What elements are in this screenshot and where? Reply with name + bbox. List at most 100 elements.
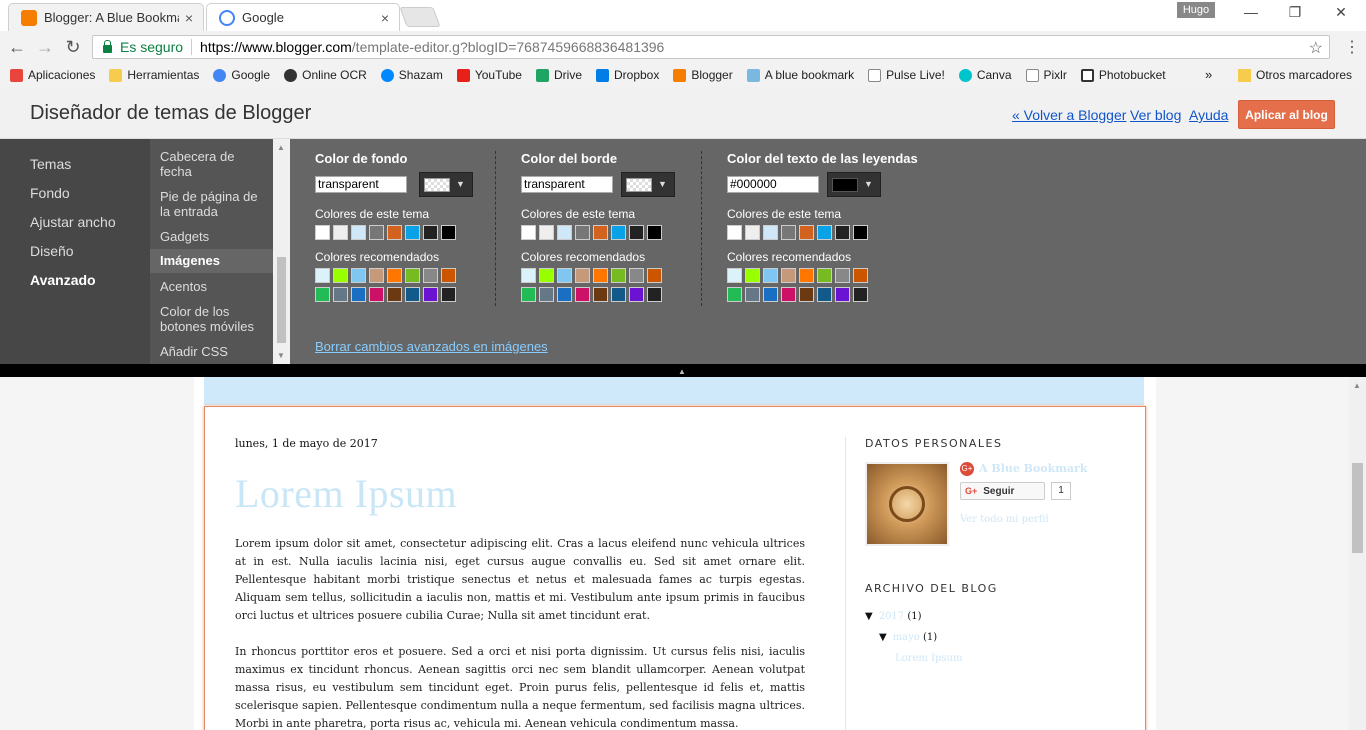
nav-temas[interactable]: Temas [30,156,71,172]
follow-button[interactable]: G+ Seguir [960,482,1045,500]
color-swatch[interactable] [647,225,662,240]
color-swatch[interactable] [315,225,330,240]
bookmark-online-ocr[interactable]: Online OCR [284,68,367,82]
collapse-icon[interactable]: ▲ [678,367,686,376]
subnav-acentos[interactable]: Acentos [160,279,265,294]
close-tab-icon[interactable]: × [185,10,193,26]
new-tab-button[interactable] [399,7,441,27]
scroll-thumb[interactable] [1352,463,1363,553]
archive-year[interactable]: ▼ 2017 (1) [865,611,1125,622]
color-swatch[interactable] [629,268,644,283]
restore-icon[interactable]: ❐ [1285,4,1305,21]
archive-month[interactable]: ▼ mayo (1) [865,632,1125,643]
color-swatch[interactable] [369,225,384,240]
color-swatch[interactable] [575,268,590,283]
subnav-gadgets[interactable]: Gadgets [160,229,265,244]
scroll-thumb[interactable] [277,257,286,343]
preview-scrollbar[interactable]: ▲ [1349,377,1366,730]
color-swatch[interactable] [539,268,554,283]
color-swatch[interactable] [647,268,662,283]
color-swatch[interactable] [333,287,348,302]
subnav-scrollbar[interactable]: ▲ ▼ [273,139,290,364]
bookmark-blue-bookmark[interactable]: A blue bookmark [746,68,854,82]
color-swatch[interactable] [799,225,814,240]
bookmark-youtube[interactable]: YouTube [456,68,522,82]
apply-to-blog-button[interactable]: Aplicar al blog [1238,100,1335,129]
view-blog-link[interactable]: Ver blog [1130,107,1181,123]
triangle-down-icon[interactable]: ▼ [879,632,887,643]
archive-post[interactable]: Lorem Ipsum [865,653,1125,664]
color-swatch[interactable] [853,268,868,283]
archive-post-link[interactable]: Lorem Ipsum [895,653,962,664]
nav-avanzado[interactable]: Avanzado [30,272,96,288]
more-bookmarks-icon[interactable]: » [1205,67,1212,82]
color-picker[interactable]: ▼ [419,172,473,197]
color-swatch[interactable] [351,225,366,240]
color-swatch[interactable] [369,268,384,283]
color-swatch[interactable] [557,287,572,302]
color-swatch[interactable] [405,287,420,302]
color-swatch[interactable] [351,287,366,302]
color-swatch[interactable] [647,287,662,302]
color-swatch[interactable] [629,225,644,240]
color-swatch[interactable] [557,225,572,240]
color-swatch[interactable] [557,268,572,283]
color-swatch[interactable] [781,225,796,240]
archive-year-link[interactable]: 2017 [879,611,904,622]
bookmark-drive[interactable]: Drive [535,68,582,82]
color-swatch[interactable] [817,268,832,283]
color-swatch[interactable] [521,225,536,240]
color-swatch[interactable] [611,268,626,283]
scroll-up-icon[interactable]: ▲ [277,143,285,152]
address-bar[interactable]: Es seguro https://www.blogger.com /templ… [92,35,1330,59]
color-swatch[interactable] [441,287,456,302]
bookmark-star-icon[interactable]: ☆ [1309,38,1323,58]
bookmark-photobucket[interactable]: Photobucket [1080,68,1166,82]
color-value-input[interactable]: transparent [315,176,407,193]
bookmark-blogger[interactable]: Blogger [673,68,733,82]
back-icon[interactable]: ← [6,37,28,58]
minimize-icon[interactable]: — [1241,4,1261,20]
color-swatch[interactable] [817,287,832,302]
tab-blogger[interactable]: Blogger: A Blue Bookmar × [8,3,204,31]
color-swatch[interactable] [539,287,554,302]
nav-ajustar-ancho[interactable]: Ajustar ancho [30,214,116,230]
color-swatch[interactable] [387,225,402,240]
color-swatch[interactable] [611,287,626,302]
color-swatch[interactable] [369,287,384,302]
color-swatch[interactable] [745,268,760,283]
color-swatch[interactable] [835,225,850,240]
color-swatch[interactable] [835,287,850,302]
color-swatch[interactable] [333,268,348,283]
color-swatch[interactable] [405,268,420,283]
reload-icon[interactable]: ↻ [62,37,84,58]
back-to-blogger-link[interactable]: « Volver a Blogger [1012,107,1126,123]
profile-name-link[interactable]: A Blue Bookmark [979,462,1087,475]
color-swatch[interactable] [387,268,402,283]
color-swatch[interactable] [405,225,420,240]
color-swatch[interactable] [333,225,348,240]
color-picker[interactable]: ▼ [621,172,675,197]
color-swatch[interactable] [727,268,742,283]
color-swatch[interactable] [593,225,608,240]
profile-photo[interactable] [865,462,949,546]
bookmark-google[interactable]: Google [213,68,270,82]
color-swatch[interactable] [745,287,760,302]
help-link[interactable]: Ayuda [1189,107,1228,123]
color-value-input[interactable]: transparent [521,176,613,193]
profile-button[interactable]: Hugo [1177,2,1215,18]
color-swatch[interactable] [521,287,536,302]
menu-icon[interactable]: ⋮ [1344,37,1360,57]
subnav-pie-pagina[interactable]: Pie de página de la entrada [160,189,265,219]
color-swatch[interactable] [593,268,608,283]
color-swatch[interactable] [575,225,590,240]
subnav-imagenes[interactable]: Imágenes [150,249,273,273]
nav-diseno[interactable]: Diseño [30,243,74,259]
color-swatch[interactable] [423,287,438,302]
tab-google[interactable]: Google × [206,3,400,31]
bookmark-shazam[interactable]: Shazam [380,68,443,82]
color-swatch[interactable] [611,225,626,240]
bookmark-pixlr[interactable]: Pixlr [1025,68,1067,82]
panel-splitter[interactable]: ▲ [0,364,1366,377]
color-swatch[interactable] [763,268,778,283]
